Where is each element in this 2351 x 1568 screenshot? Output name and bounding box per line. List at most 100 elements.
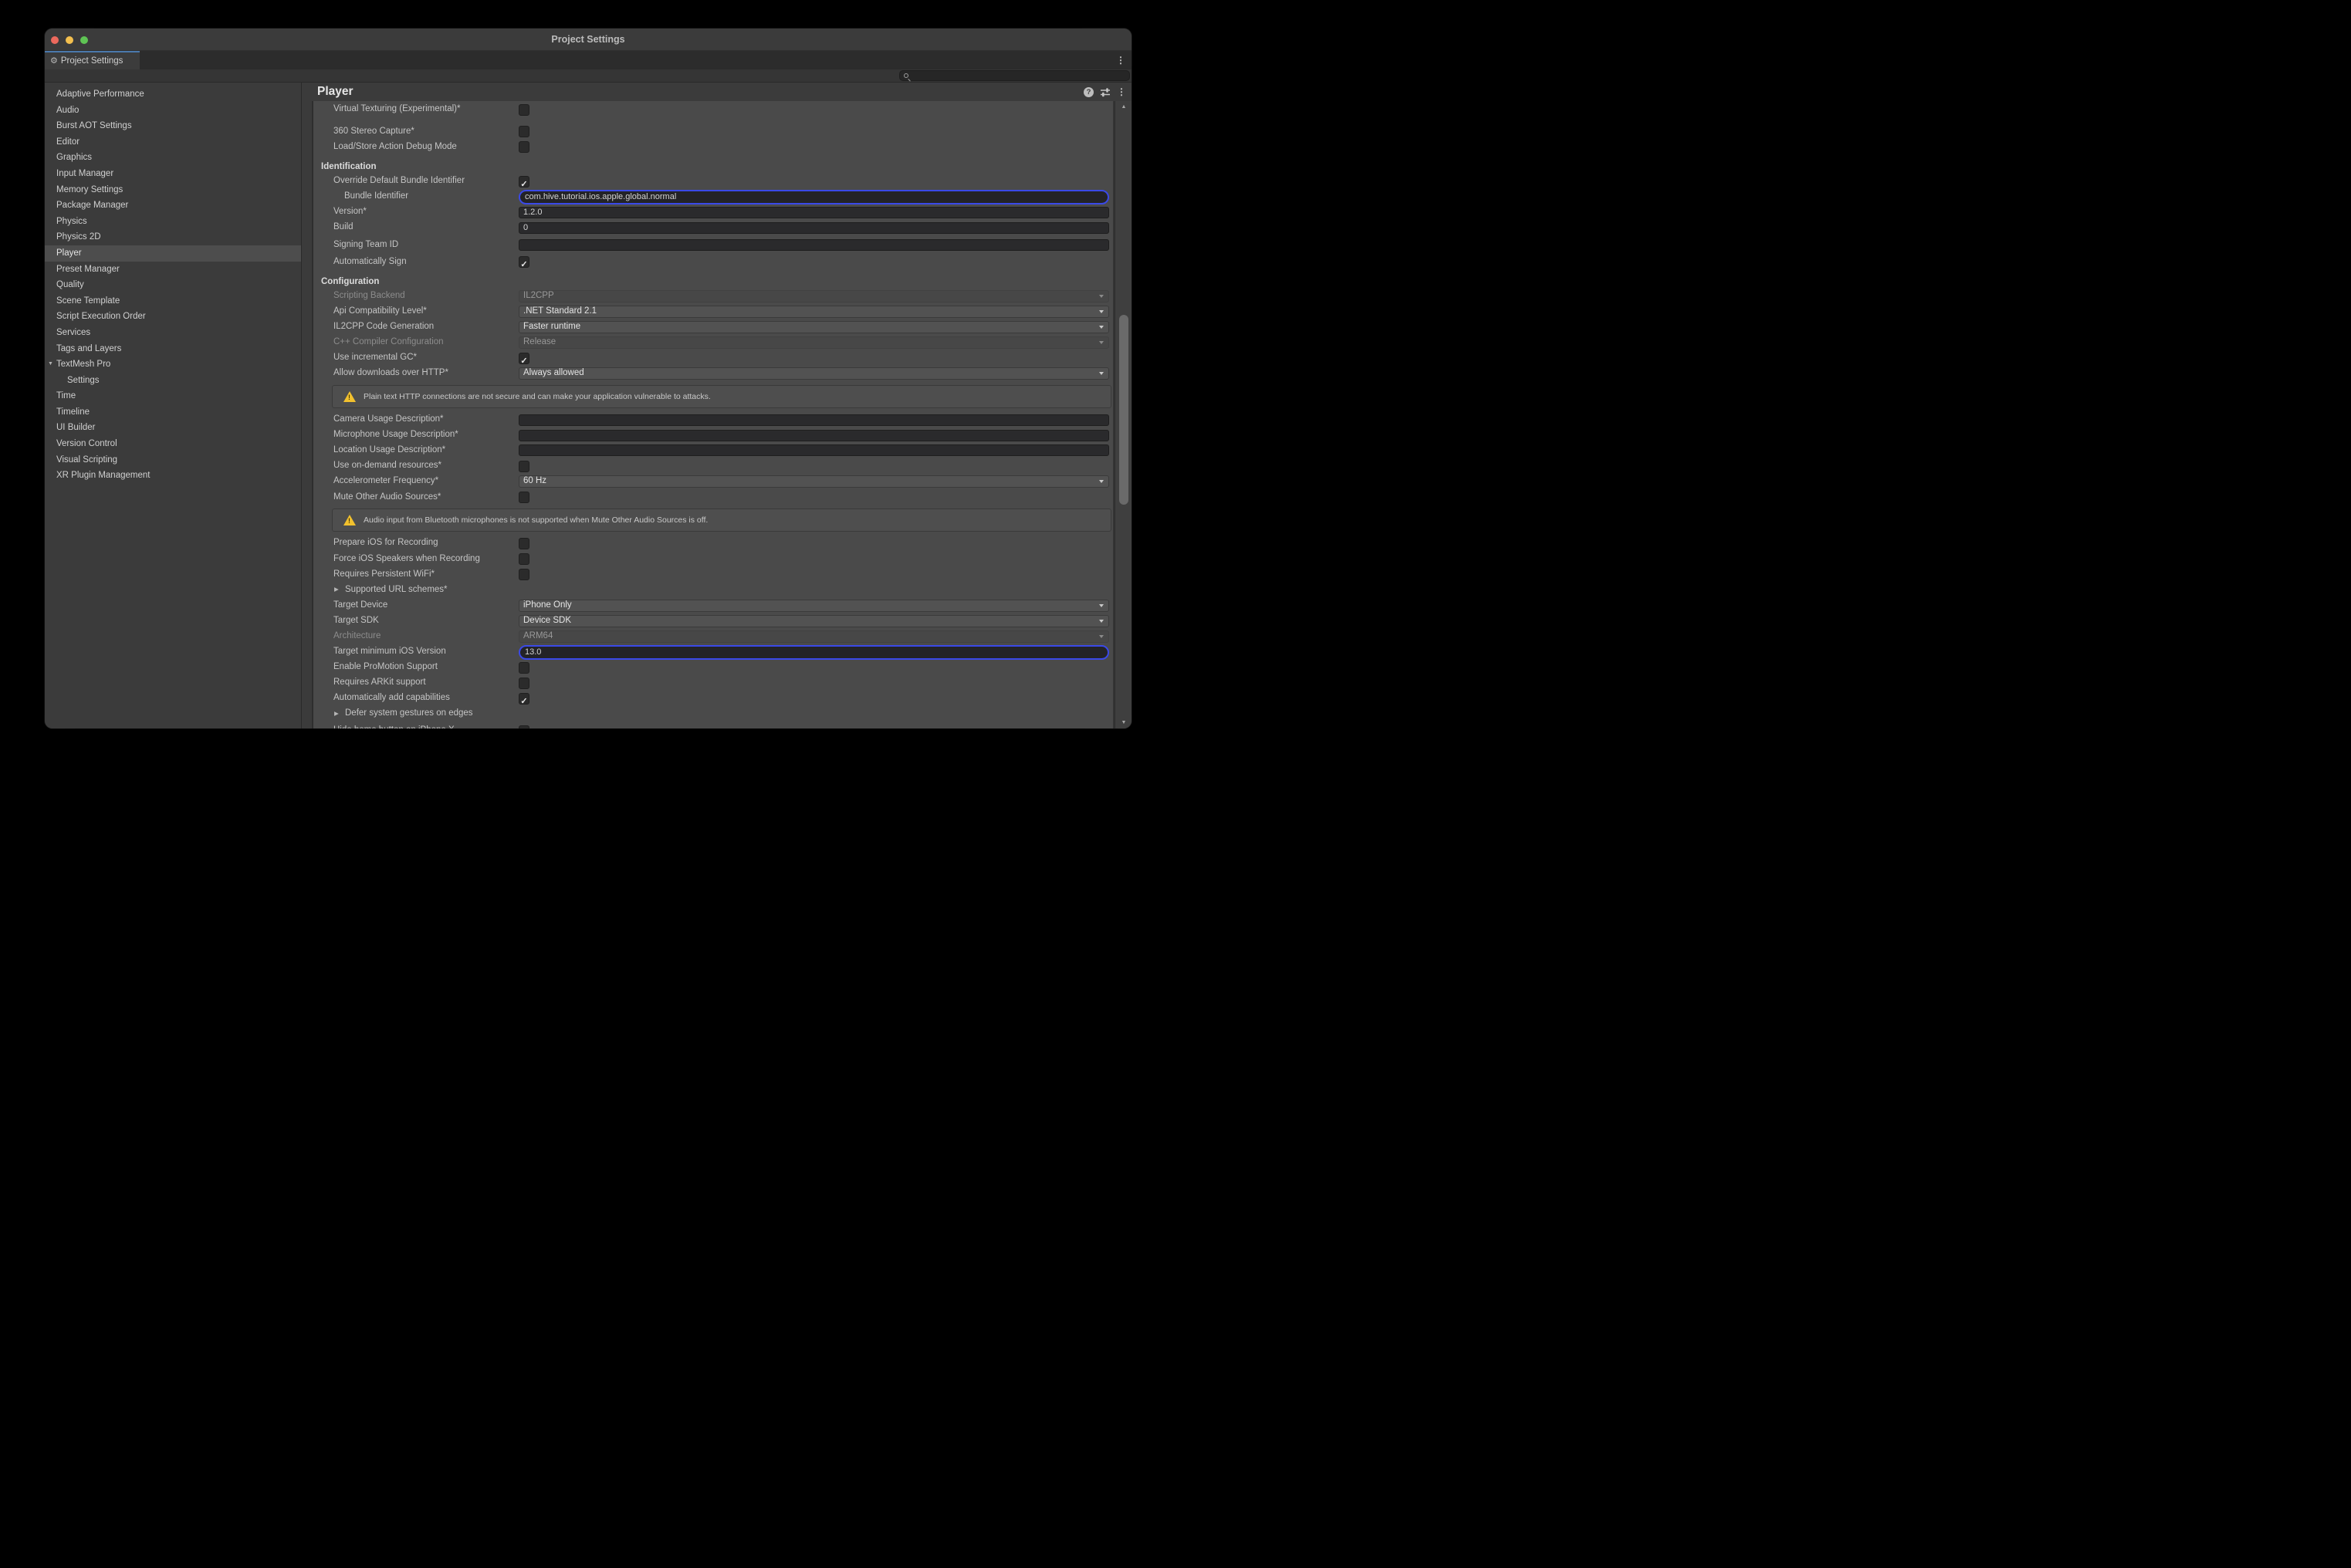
text-field-value: 1.2.0 — [519, 208, 1108, 218]
tab-bar-kebab-icon[interactable]: ⋮ — [1116, 56, 1125, 65]
checkbox[interactable] — [519, 104, 529, 116]
sidebar-item-textmesh-pro[interactable]: ▼TextMesh Pro — [45, 357, 301, 373]
checkbox[interactable] — [519, 553, 529, 565]
dropdown[interactable]: Always allowed — [519, 367, 1109, 380]
text-field[interactable]: 1.2.0 — [519, 207, 1109, 218]
sidebar-item-quality[interactable]: Quality — [45, 277, 301, 293]
sidebar-item-scene-template[interactable]: Scene Template — [45, 293, 301, 309]
text-field[interactable] — [519, 444, 1109, 456]
pane-header: Player ? ⋮ — [301, 83, 1132, 101]
dropdown[interactable]: Device SDK — [519, 615, 1109, 627]
scrollbar-thumb[interactable] — [1119, 315, 1128, 505]
text-field[interactable] — [519, 430, 1109, 441]
dropdown-value: 60 Hz — [519, 476, 1108, 487]
pane-divider — [301, 101, 313, 728]
checkbox[interactable]: ✓ — [519, 176, 529, 188]
sidebar-item-preset-manager[interactable]: Preset Manager — [45, 262, 301, 278]
text-field[interactable]: com.hive.tutorial.ios.apple.global.norma… — [519, 190, 1109, 204]
sidebar-item-player[interactable]: Player — [45, 245, 301, 262]
tab-project-settings[interactable]: ⚙ Project Settings — [45, 51, 140, 69]
foldout-arrow-icon[interactable]: ▶ — [334, 586, 339, 593]
row-signing-team-id: Signing Team ID — [313, 239, 1115, 252]
sidebar-item-audio[interactable]: Audio — [45, 103, 301, 119]
sidebar-item-burst-aot-settings[interactable]: Burst AOT Settings — [45, 118, 301, 134]
sidebar-item-time[interactable]: Time — [45, 388, 301, 404]
sidebar-item-timeline[interactable]: Timeline — [45, 404, 301, 421]
text-field[interactable]: 13.0 — [519, 645, 1109, 660]
row-label: Allow downloads over HTTP* — [333, 368, 448, 377]
row-hide-home-button-on-iphone-x: Hide home button on iPhone X — [313, 725, 1115, 728]
search-icon — [904, 73, 908, 78]
text-field[interactable]: 0 — [519, 222, 1109, 234]
checkbox[interactable] — [519, 461, 529, 472]
row-supported-url-schemes: ▶ Supported URL schemes* — [313, 584, 1115, 596]
row-label: 360 Stereo Capture* — [333, 127, 414, 136]
dropdown-arrow-icon — [1099, 295, 1104, 298]
sidebar-item-physics[interactable]: Physics — [45, 214, 301, 230]
pane-kebab-icon[interactable]: ⋮ — [1117, 87, 1126, 96]
checkbox[interactable]: ✓ — [519, 256, 529, 268]
dropdown-arrow-icon — [1099, 310, 1104, 313]
dropdown: ARM64 — [519, 630, 1109, 643]
sidebar-item-label: Memory Settings — [56, 185, 123, 194]
sidebar-item-tags-and-layers[interactable]: Tags and Layers — [45, 341, 301, 357]
gear-icon: ⚙ — [50, 57, 58, 66]
dropdown[interactable]: 60 Hz — [519, 475, 1109, 488]
sidebar-item-label: Script Execution Order — [56, 312, 146, 321]
help-icon[interactable]: ? — [1084, 87, 1094, 97]
text-field[interactable] — [519, 414, 1109, 426]
row-label: Supported URL schemes* — [345, 585, 448, 594]
row-microphone-usage-description: Microphone Usage Description* — [313, 429, 1115, 441]
sidebar-item-services[interactable]: Services — [45, 325, 301, 341]
checkbox[interactable]: ✓ — [519, 693, 529, 705]
checkbox[interactable] — [519, 662, 529, 674]
sidebar-item-settings[interactable]: Settings — [45, 373, 301, 389]
sidebar-item-label: TextMesh Pro — [56, 360, 110, 369]
page-title: Player — [317, 85, 353, 99]
scrollbar[interactable]: ▲ ▼ — [1115, 101, 1132, 728]
text-field[interactable] — [519, 239, 1109, 251]
checkbox[interactable]: ✓ — [519, 353, 529, 364]
dropdown[interactable]: .NET Standard 2.1 — [519, 306, 1109, 318]
checkbox[interactable] — [519, 725, 529, 729]
sidebar-item-memory-settings[interactable]: Memory Settings — [45, 182, 301, 198]
dropdown[interactable]: Faster runtime — [519, 321, 1109, 333]
search-row — [45, 69, 1132, 83]
checkbox[interactable] — [519, 678, 529, 689]
dropdown-arrow-icon — [1099, 372, 1104, 375]
sidebar-item-script-execution-order[interactable]: Script Execution Order — [45, 309, 301, 325]
preset-sliders-icon[interactable] — [1100, 87, 1111, 97]
checkbox[interactable] — [519, 538, 529, 549]
checkbox[interactable] — [519, 569, 529, 580]
sidebar-item-ui-builder[interactable]: UI Builder — [45, 420, 301, 436]
sidebar-item-package-manager[interactable]: Package Manager — [45, 198, 301, 214]
dropdown[interactable]: iPhone Only — [519, 600, 1109, 612]
sidebar-item-editor[interactable]: Editor — [45, 134, 301, 150]
sidebar-item-label: XR Plugin Management — [56, 471, 150, 480]
row-target-minimum-ios-version: Target minimum iOS Version13.0 — [313, 646, 1115, 658]
sidebar-item-input-manager[interactable]: Input Manager — [45, 166, 301, 182]
chevron-down-icon[interactable]: ▼ — [48, 357, 53, 373]
row-version: Version*1.2.0 — [313, 206, 1115, 218]
row-architecture: ArchitectureARM64 — [313, 630, 1115, 643]
search-input[interactable] — [899, 70, 1130, 81]
check-icon: ✓ — [520, 697, 527, 706]
scroll-up-icon[interactable]: ▲ — [1115, 104, 1132, 110]
tab-bar: ⚙ Project Settings ⋮ — [45, 51, 1132, 69]
sidebar-item-graphics[interactable]: Graphics — [45, 150, 301, 166]
sidebar-item-visual-scripting[interactable]: Visual Scripting — [45, 452, 301, 468]
sidebar-item-adaptive-performance[interactable]: Adaptive Performance — [45, 86, 301, 103]
row-label: Virtual Texturing (Experimental)* — [333, 104, 460, 113]
checkbox[interactable] — [519, 492, 529, 503]
row-c-compiler-configuration: C++ Compiler ConfigurationRelease — [313, 336, 1115, 349]
scroll-down-icon[interactable]: ▼ — [1115, 720, 1132, 725]
row-defer-system-gestures-on-edges: ▶Defer system gestures on edges — [313, 708, 1115, 720]
sidebar-item-version-control[interactable]: Version Control — [45, 436, 301, 452]
foldout-arrow-icon[interactable]: ▶ — [334, 711, 339, 717]
row-virtual-texturing-experimental: Virtual Texturing (Experimental)* — [313, 103, 1115, 116]
row-requires-persistent-wifi: Requires Persistent WiFi* — [313, 569, 1115, 581]
sidebar-item-xr-plugin-management[interactable]: XR Plugin Management — [45, 468, 301, 484]
checkbox[interactable] — [519, 126, 529, 137]
sidebar-item-physics-2d[interactable]: Physics 2D — [45, 229, 301, 245]
checkbox[interactable] — [519, 141, 529, 153]
